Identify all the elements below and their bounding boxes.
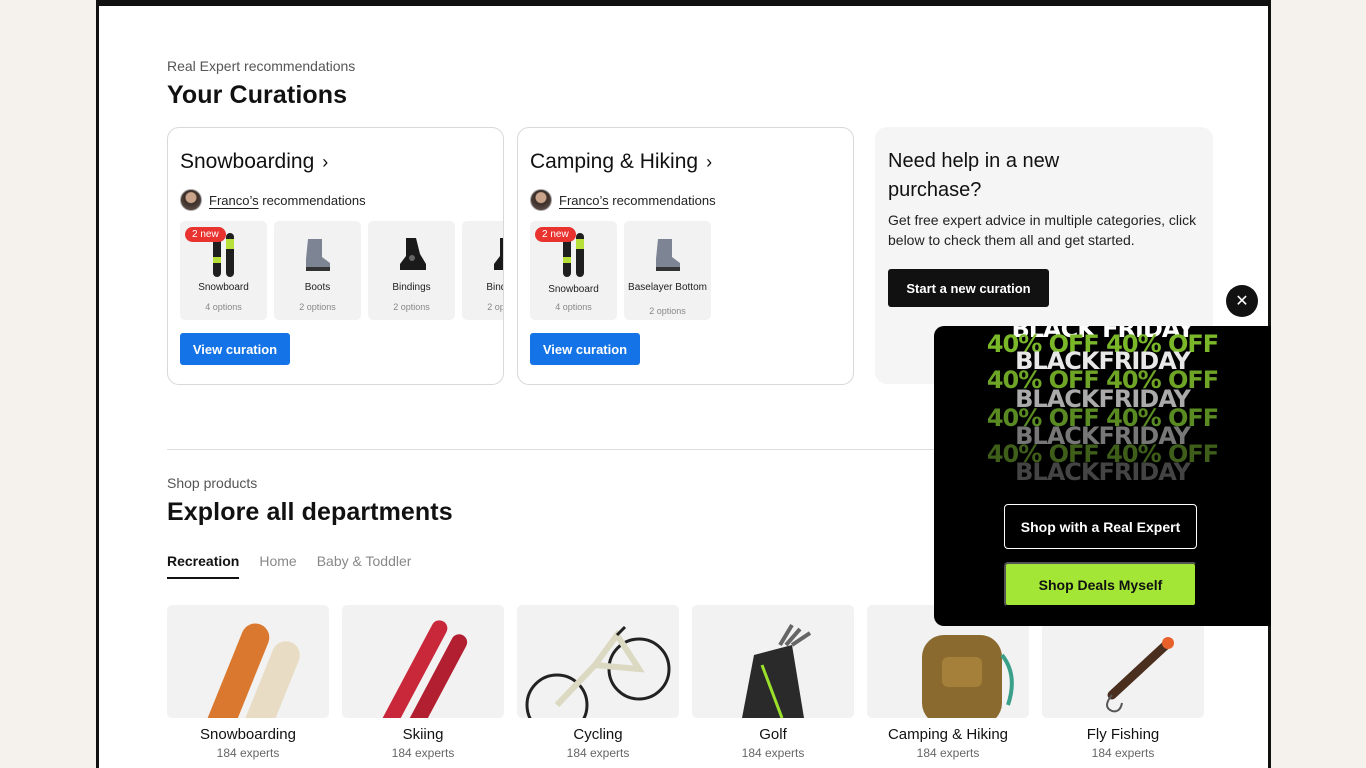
tab-recreation[interactable]: Recreation: [167, 553, 240, 579]
list-item[interactable]: Boots 2 options: [274, 221, 361, 320]
curation-card-snowboarding: Snowboarding › Franco’s recommendations …: [167, 127, 504, 385]
department-skiing[interactable]: Skiing 184 experts: [342, 605, 504, 760]
binding-icon: [462, 231, 503, 279]
item-options: 2 options: [393, 302, 430, 312]
department-count: 184 experts: [1091, 746, 1155, 760]
black-friday-banner: BLACK FRIDAY 40% OFF 40% OFF BLACKFRIDAY…: [934, 326, 1271, 490]
help-title: Need help in a new purchase?: [888, 150, 1060, 201]
curations-title: Your Curations: [167, 81, 348, 109]
item-options: 2 options: [299, 302, 336, 312]
department-name: Cycling: [573, 726, 623, 743]
shop-with-expert-button[interactable]: Shop with a Real Expert: [1004, 504, 1197, 549]
department-grid: Snowboarding 184 experts Skiing 184 expe…: [167, 605, 1204, 760]
tab-baby-toddler[interactable]: Baby & Toddler: [317, 553, 412, 579]
curation-card-title[interactable]: Snowboarding ›: [180, 150, 328, 174]
department-count: 184 experts: [391, 746, 455, 760]
black-friday-popup: BLACK FRIDAY 40% OFF 40% OFF BLACKFRIDAY…: [934, 326, 1271, 626]
department-snowboarding[interactable]: Snowboarding 184 experts: [167, 605, 329, 760]
shop-deals-button[interactable]: Shop Deals Myself: [1004, 562, 1197, 607]
department-name: Skiing: [402, 726, 444, 743]
binding-icon: [368, 231, 455, 279]
expert-recommendations: Franco’s recommendations: [530, 189, 716, 211]
item-name: Snowboard: [198, 282, 249, 293]
rec-suffix: recommendations: [262, 192, 366, 208]
start-curation-button[interactable]: Start a new curation: [888, 269, 1049, 307]
new-badge: 2 new: [185, 227, 226, 242]
list-item[interactable]: Bindings 2 options: [368, 221, 455, 320]
item-name: Baselayer Bottom: [628, 282, 707, 293]
item-options: 4 options: [555, 302, 592, 312]
chevron-right-icon: ›: [706, 151, 713, 172]
department-count: 184 experts: [216, 746, 280, 760]
department-count: 184 experts: [741, 746, 805, 760]
avatar: [530, 189, 552, 211]
departments-title: Explore all departments: [167, 498, 453, 526]
boot-icon: [624, 231, 711, 279]
expert-name-link[interactable]: Franco’s: [209, 193, 259, 208]
item-options: 2 options: [487, 302, 503, 312]
department-name: Golf: [759, 726, 787, 743]
curation-items: 2 new Snowboard 4 options Baselayer Bott…: [530, 221, 711, 320]
item-options: 4 options: [205, 302, 242, 312]
help-description: Get free expert advice in multiple categ…: [888, 212, 1197, 248]
curation-title-text: Camping & Hiking: [530, 150, 699, 173]
curation-items: 2 new Snowboard 4 options Boots 2 option…: [180, 221, 503, 320]
department-cycling[interactable]: Cycling 184 experts: [517, 605, 679, 760]
close-icon: ✕: [1235, 293, 1249, 310]
close-popup-button[interactable]: ✕: [1226, 285, 1258, 317]
list-item[interactable]: 2 new Snowboard 4 options: [180, 221, 267, 320]
new-badge: 2 new: [535, 227, 576, 242]
curation-title-text: Snowboarding: [180, 150, 315, 173]
expert-recommendations: Franco’s recommendations: [180, 189, 366, 211]
list-item[interactable]: Baselayer Bottom 2 options: [624, 221, 711, 320]
item-name: Bindings: [392, 282, 431, 293]
view-curation-button[interactable]: View curation: [180, 333, 290, 365]
curation-card-camping: Camping & Hiking › Franco’s recommendati…: [517, 127, 854, 385]
list-item[interactable]: 2 new Snowboard 4 options: [530, 221, 617, 320]
department-name: Fly Fishing: [1086, 726, 1160, 743]
item-options: 2 options: [649, 306, 686, 316]
expert-name-link[interactable]: Franco’s: [559, 193, 609, 208]
department-fly-fishing[interactable]: Fly Fishing 184 experts: [1042, 605, 1204, 760]
rec-suffix: recommendations: [612, 192, 716, 208]
curation-card-title[interactable]: Camping & Hiking ›: [530, 150, 712, 174]
avatar: [180, 189, 202, 211]
item-name: Snowboard: [548, 284, 599, 295]
chevron-right-icon: ›: [322, 151, 329, 172]
department-name: Snowboarding: [200, 726, 296, 743]
department-name: Camping & Hiking: [887, 726, 1009, 743]
department-camping-hiking[interactable]: Camping & Hiking 184 experts: [867, 605, 1029, 760]
snowboard-image: [167, 605, 329, 718]
departments-eyebrow: Shop products: [167, 475, 258, 491]
item-name: Bindings: [486, 282, 503, 293]
boot-icon: [274, 231, 361, 279]
golf-bag-image: [692, 605, 854, 718]
department-count: 184 experts: [916, 746, 980, 760]
item-name: Boots: [304, 282, 331, 293]
ski-image: [342, 605, 504, 718]
view-curation-button[interactable]: View curation: [530, 333, 640, 365]
curations-eyebrow: Real Expert recommendations: [167, 58, 356, 74]
list-item[interactable]: Bindings 2 options: [462, 221, 503, 320]
tab-home[interactable]: Home: [259, 553, 296, 579]
department-golf[interactable]: Golf 184 experts: [692, 605, 854, 760]
promo-line: BLACKFRIDAY: [1015, 458, 1191, 486]
department-count: 184 experts: [566, 746, 630, 760]
bicycle-image: [517, 605, 679, 718]
department-tabs: Recreation Home Baby & Toddler: [167, 553, 411, 579]
